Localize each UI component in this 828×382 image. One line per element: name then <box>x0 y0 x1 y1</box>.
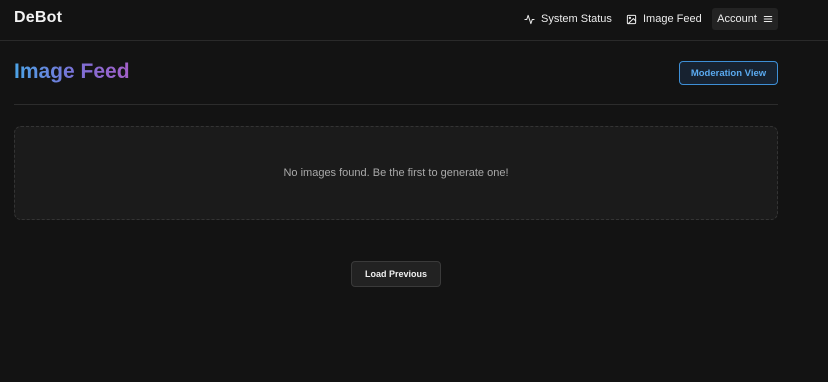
account-menu-button[interactable]: Account <box>712 8 778 30</box>
empty-feed-message: No images found. Be the first to generat… <box>283 167 509 179</box>
title-divider <box>14 104 778 105</box>
top-navbar: DeBot System Status Image Feed Account <box>0 0 828 41</box>
nav-system-status-label: System Status <box>541 13 612 25</box>
activity-icon <box>524 14 535 24</box>
nav-image-feed-label: Image Feed <box>643 13 702 25</box>
brand-logo[interactable]: DeBot <box>14 9 62 27</box>
menu-icon <box>763 16 773 22</box>
load-previous-button[interactable]: Load Previous <box>351 261 441 287</box>
image-icon <box>626 14 637 24</box>
nav-image-feed[interactable]: Image Feed <box>626 8 702 30</box>
page-title: Image Feed <box>14 60 130 83</box>
nav-system-status[interactable]: System Status <box>524 8 612 30</box>
account-label: Account <box>717 13 757 25</box>
empty-feed-panel: No images found. Be the first to generat… <box>14 126 778 220</box>
moderation-view-button[interactable]: Moderation View <box>679 61 778 85</box>
